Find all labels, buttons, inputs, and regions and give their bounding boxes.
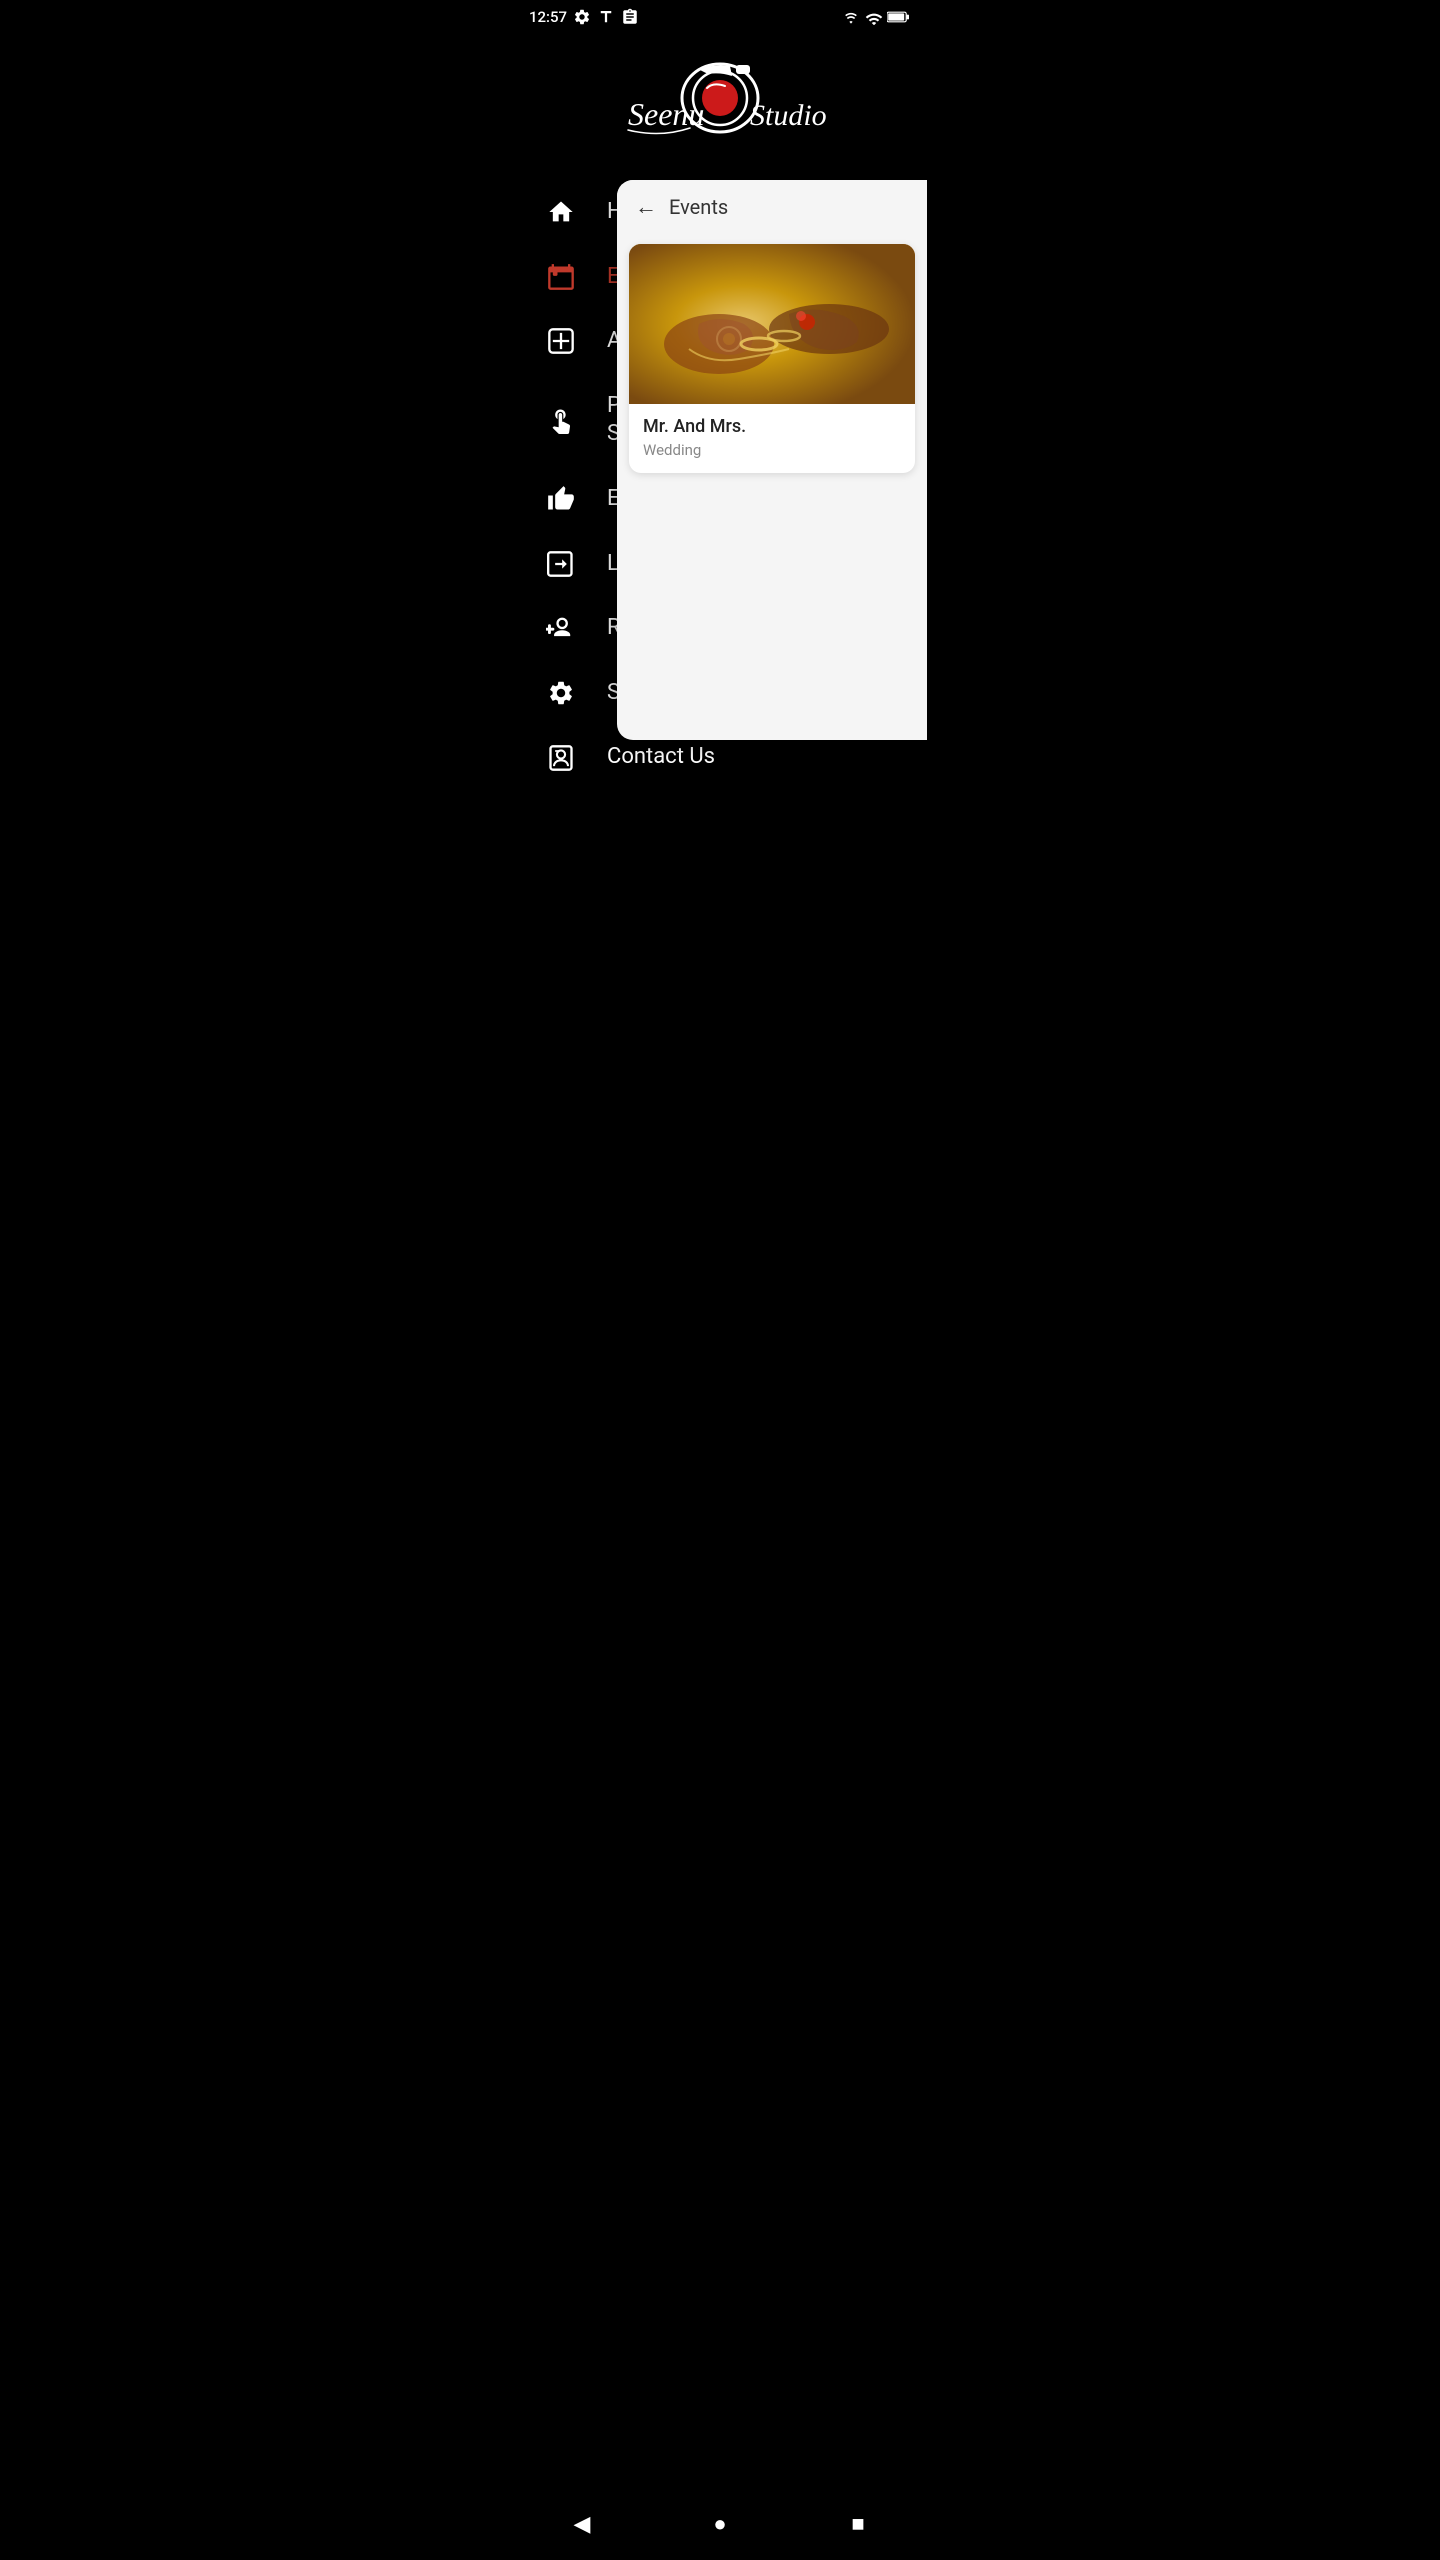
contact-us-icon <box>543 744 579 772</box>
contact-us-label: Contact Us <box>607 743 715 772</box>
events-panel: ← Events <box>617 180 927 740</box>
wifi-icon <box>841 9 861 25</box>
text-icon <box>597 8 615 26</box>
status-bar: 12:57 <box>513 0 927 30</box>
wedding-hands-decoration <box>629 244 915 404</box>
settings-status-icon <box>573 8 591 26</box>
photo-selection-icon <box>543 406 579 434</box>
register-icon <box>543 614 579 642</box>
status-time: 12:57 <box>529 8 567 26</box>
svg-text:Studio: Studio <box>750 99 827 132</box>
events-panel-title: Events <box>669 195 728 219</box>
events-back-button[interactable]: ← <box>635 194 657 220</box>
event-card-type: Wedding <box>643 441 901 459</box>
signal-icon <box>865 9 883 25</box>
clipboard-icon <box>621 8 639 26</box>
battery-icon <box>887 10 911 24</box>
event-card-info: Mr. And Mrs. Wedding <box>629 404 915 473</box>
svg-text:Seenu: Seenu <box>628 96 704 132</box>
back-nav-button[interactable]: ◀ <box>562 2504 602 2544</box>
logo: Seenu Studio <box>610 50 830 150</box>
logo-area: Seenu Studio <box>513 30 927 180</box>
home-icon <box>543 198 579 226</box>
status-right-icons <box>841 9 911 25</box>
event-booking-icon <box>543 485 579 513</box>
events-icon <box>543 263 579 291</box>
recent-nav-button[interactable]: ■ <box>838 2504 878 2544</box>
event-card-name: Mr. And Mrs. <box>643 416 901 437</box>
add-event-icon <box>543 327 579 355</box>
event-card[interactable]: Mr. And Mrs. Wedding <box>629 244 915 473</box>
login-icon <box>543 550 579 578</box>
settings-icon <box>543 679 579 707</box>
event-card-image <box>629 244 915 404</box>
events-panel-header: ← Events <box>617 180 927 234</box>
home-nav-button[interactable]: ● <box>700 2504 740 2544</box>
bottom-nav: ◀ ● ■ <box>513 2488 927 2560</box>
